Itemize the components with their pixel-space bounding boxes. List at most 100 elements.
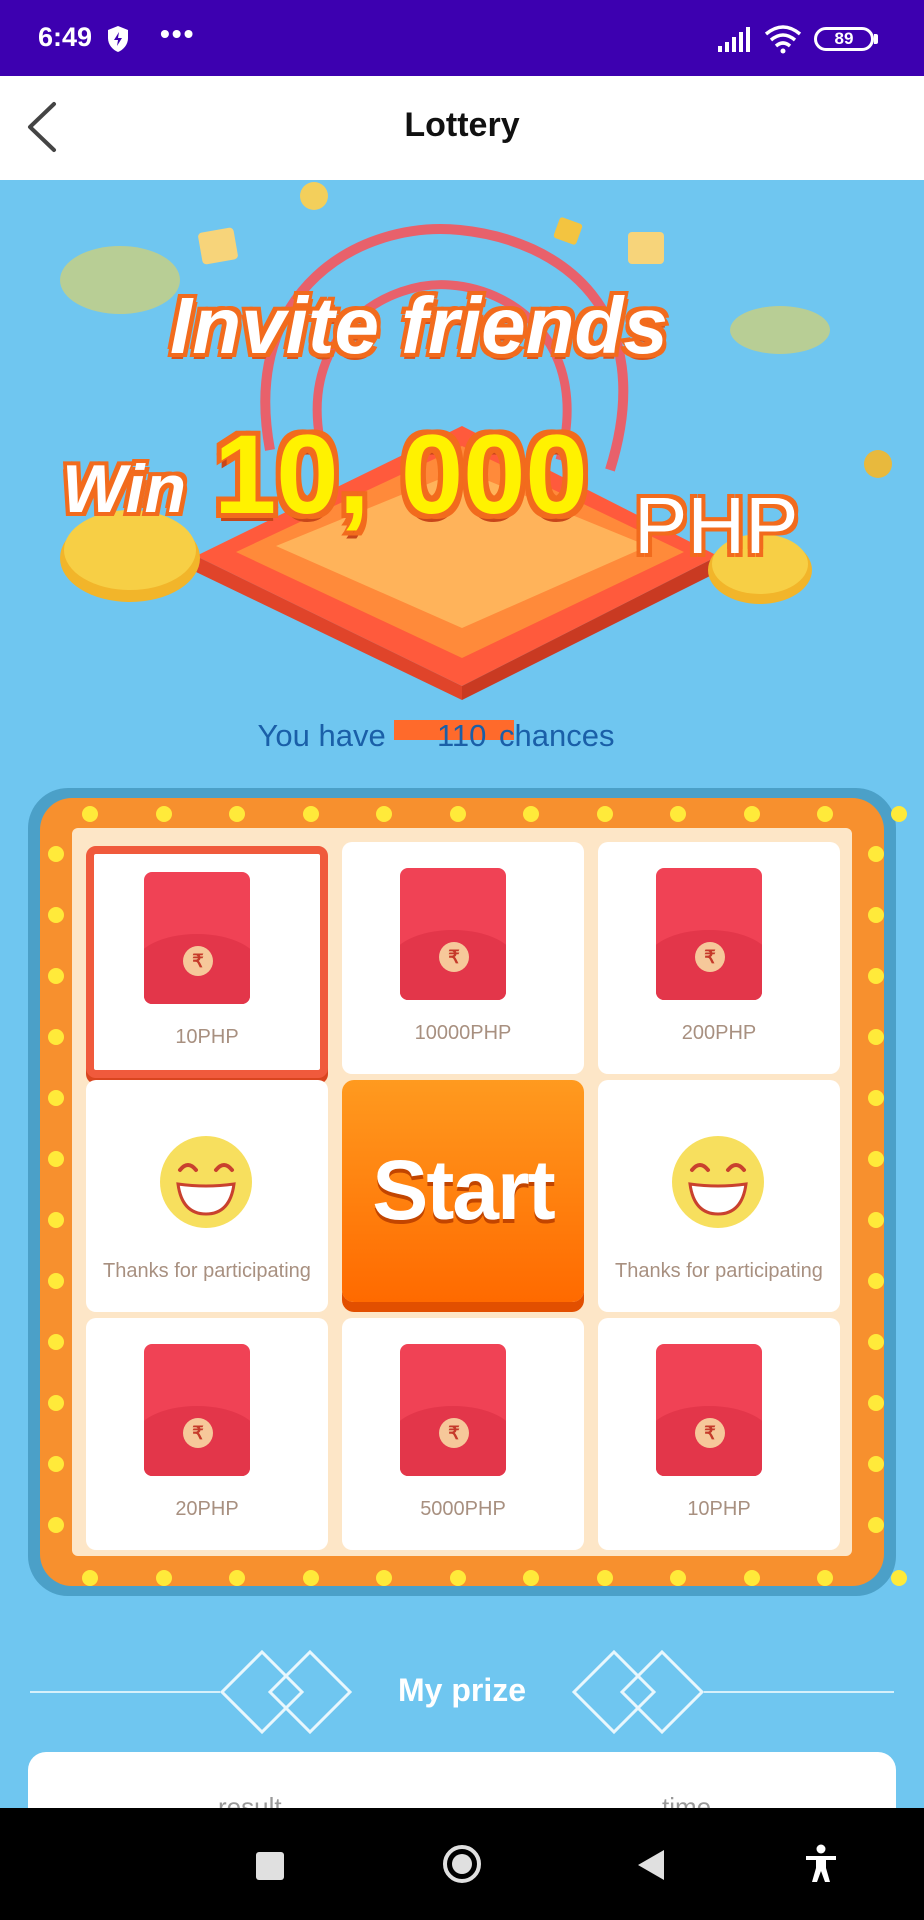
board-light-dot [868,968,884,984]
rupee-coin-icon: ₹ [183,946,213,976]
board-light-dot [48,1212,64,1228]
board-light-dot [868,1090,884,1106]
signal-icon [718,27,750,52]
board-light-dot [868,1029,884,1045]
prize-label: 10PHP [687,1498,751,1520]
rupee-coin-icon: ₹ [695,942,725,972]
board-light-dot [670,1570,686,1586]
board-light-dot [596,806,613,822]
rupee-coin-icon: ₹ [183,1418,213,1448]
prize-label: 20PHP [175,1498,239,1520]
accessibility-icon[interactable] [804,1844,838,1884]
prize-cell-4[interactable]: Thanks for participating [86,1080,328,1312]
board-light-dot [817,1570,833,1586]
board-light-dot [449,806,466,822]
prize-cell-2[interactable]: ₹ 10000PHP [342,842,584,1074]
board-light-dot [376,806,392,822]
status-time: 6:49 [38,22,93,52]
rupee-coin-icon: ₹ [695,1418,725,1448]
battery-icon: 89 [814,27,874,51]
board-light-dot [229,1570,245,1586]
my-prize-title: My prize [397,1672,527,1708]
laughing-smiley-icon [160,1136,252,1228]
chances-text: You have 110 chances [0,718,924,754]
chances-prefix: You have [257,718,386,753]
board-light-dot [48,1029,64,1045]
board-light-dot [523,806,539,822]
board-light-dot [868,1273,884,1289]
red-envelope-icon: ₹ [144,872,250,1004]
board-light-dot [48,846,64,862]
board-light-dot [817,806,833,822]
board-light-dot [302,806,319,822]
prize-cell-1[interactable]: ₹ 10PHP [86,846,328,1078]
status-bar: 6:49 ••• 89 [0,0,924,76]
red-envelope-icon: ₹ [656,868,762,1000]
header-bar: Lottery [0,76,924,180]
board-light-dot [868,1334,884,1350]
more-dots-icon: ••• [160,18,196,49]
prize-cell-6[interactable]: Thanks for participating [598,1080,840,1312]
prize-cell-7[interactable]: ₹ 20PHP [86,1318,328,1550]
board-light-dot [155,806,172,822]
board-light-dot [376,1570,392,1586]
prize-cell-3[interactable]: ₹ 200PHP [598,842,840,1074]
board-light-dot [155,1570,172,1586]
banner-win-text: Win [62,451,187,527]
board-light-dot [523,1570,539,1586]
start-button-label: Start [372,1143,555,1237]
board-light-dot [48,1517,64,1533]
board-light-dot [48,907,64,923]
prize-label: 10000PHP [414,1022,512,1044]
chances-count: 110 [436,718,487,753]
board-light-dot [890,1570,907,1586]
board-light-dot [890,806,907,822]
rupee-coin-icon: ₹ [439,942,469,972]
chances-suffix: chances [498,718,615,753]
rupee-coin-icon: ₹ [439,1418,469,1448]
board-light-dot [48,1151,64,1167]
board-light-dot [868,1395,884,1411]
page-title: Lottery [404,106,520,144]
battery-tip [874,34,878,44]
board-light-dot [302,1570,319,1586]
recents-icon[interactable] [256,1852,284,1880]
board-light-dot [229,806,245,822]
prize-label: Thanks for participating [103,1260,311,1282]
board-light-dot [48,1395,64,1411]
wifi-icon [764,25,802,54]
board-light-dot [48,1334,64,1350]
prize-label: 200PHP [681,1022,757,1044]
board-light-dot [48,968,64,984]
board-light-dot [743,806,760,822]
my-prize-header: My prize [0,1640,924,1740]
board-light-dot [670,806,686,822]
board-light-dot [743,1570,760,1586]
prize-cell-9[interactable]: ₹ 10PHP [598,1318,840,1550]
prize-label: 5000PHP [420,1498,506,1520]
prize-cell-8[interactable]: ₹ 5000PHP [342,1318,584,1550]
board-light-dot [868,907,884,923]
red-envelope-icon: ₹ [144,1344,250,1476]
board-light-dot [449,1570,466,1586]
board-light-dot [82,1570,98,1586]
board-light-dot [596,1570,613,1586]
promo-banner: Invite friends Win 10, 000 PHP [0,180,924,700]
board-light-dot [48,1273,64,1289]
red-envelope-icon: ₹ [400,1344,506,1476]
banner-amount: 10, 000 [214,412,588,537]
board-light-dot [868,1517,884,1533]
board-light-dot [868,1151,884,1167]
board-light-dot [868,846,884,862]
board-light-dot [48,1456,64,1472]
start-button[interactable]: Start [342,1080,584,1302]
back-triangle-icon[interactable] [636,1848,666,1882]
home-icon[interactable] [442,1844,482,1884]
prize-label: 10PHP [175,1026,239,1048]
board-light-dot [82,806,98,822]
red-envelope-icon: ₹ [656,1344,762,1476]
system-navigation-bar [0,1808,924,1920]
laughing-smiley-icon [672,1136,764,1228]
board-light-dot [868,1212,884,1228]
shield-icon [108,26,128,52]
